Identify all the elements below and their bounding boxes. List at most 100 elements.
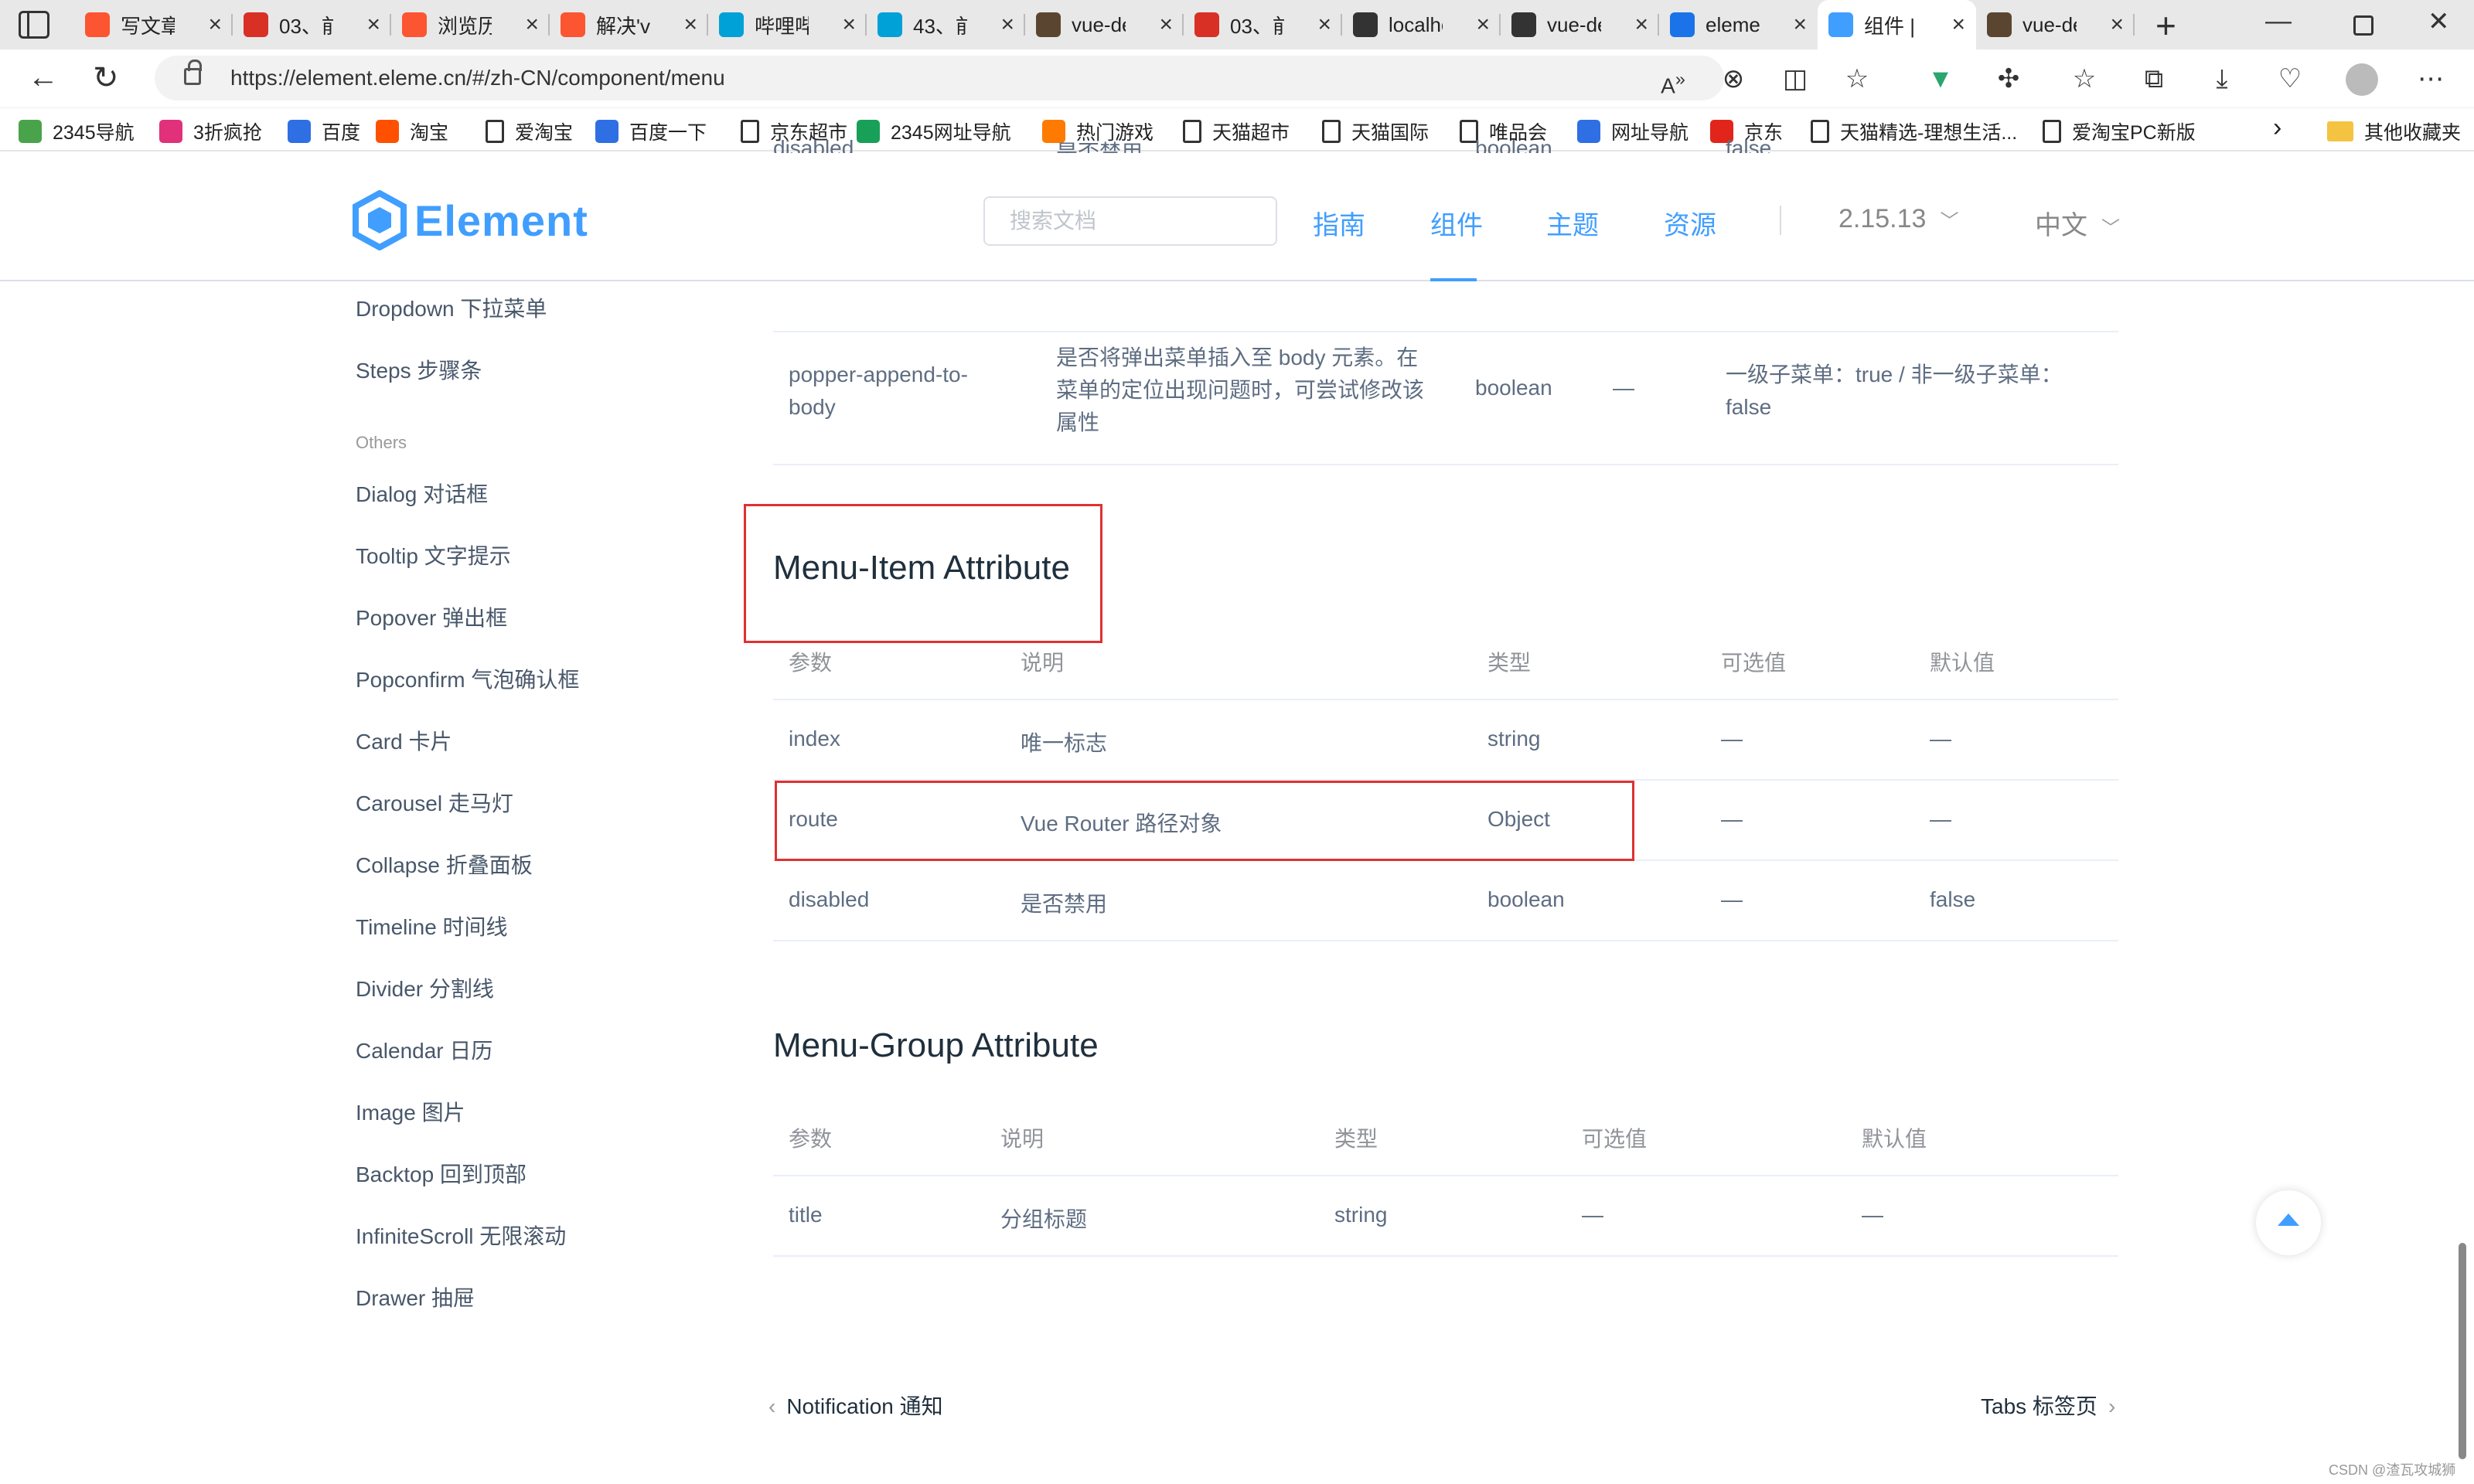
close-tab-icon[interactable]: ×: [1159, 12, 1173, 38]
browser-tab[interactable]: 哔哩哔 ×: [708, 0, 867, 49]
more-menu-icon[interactable]: ⋯: [2415, 63, 2446, 94]
back-icon[interactable]: ←: [28, 60, 59, 95]
bookmark-item[interactable]: 3折疯抢: [159, 117, 262, 145]
sidebar-item[interactable]: Collapse 折叠面板: [356, 849, 533, 880]
read-aloud-icon[interactable]: A»: [1658, 63, 1689, 97]
element-logo[interactable]: Element: [353, 190, 588, 250]
tracking-prevention-icon[interactable]: ⊗: [1718, 63, 1749, 94]
lock-icon[interactable]: [184, 60, 202, 85]
bookmark-other-folder[interactable]: 其他收藏夹: [2327, 117, 2461, 145]
sidebar-item[interactable]: Calendar 日历: [356, 1034, 492, 1065]
browser-tab[interactable]: 03、前 ×: [233, 0, 391, 49]
bookmark-item[interactable]: 爱淘宝PC新版: [2043, 117, 2196, 145]
sidebar-item[interactable]: Card 卡片: [356, 725, 452, 756]
extensions-icon[interactable]: ✣: [1993, 63, 2024, 94]
column-header: 参数: [789, 651, 833, 675]
browser-tab[interactable]: localho ×: [1342, 0, 1501, 49]
language-select[interactable]: 中文 ﹀: [2035, 204, 2120, 242]
favorite-star-icon[interactable]: ☆: [1842, 63, 1873, 94]
csdn-icon: [561, 12, 585, 37]
tab-actions-icon[interactable]: [19, 11, 49, 39]
bookmark-item[interactable]: 天猫国际: [1322, 117, 1429, 145]
close-tab-icon[interactable]: ×: [1793, 12, 1807, 38]
column-header: 参数: [789, 1127, 833, 1151]
close-tab-icon[interactable]: ×: [1317, 12, 1331, 38]
bookmark-item[interactable]: 天猫超市: [1183, 117, 1290, 145]
close-tab-icon[interactable]: ×: [208, 12, 222, 38]
sidebar-item[interactable]: InfiniteScroll 无限滚动: [356, 1220, 566, 1251]
close-tab-icon[interactable]: ×: [1634, 12, 1648, 38]
bookmark-item[interactable]: 淘宝: [376, 117, 448, 145]
close-tab-icon[interactable]: ×: [1000, 12, 1014, 38]
browser-tab[interactable]: 03、前 ×: [1184, 0, 1342, 49]
sidebar-item[interactable]: Steps 步骤条: [356, 354, 482, 385]
close-tab-icon[interactable]: ×: [366, 12, 380, 38]
bookmarks-overflow-chevron-icon[interactable]: ›: [2273, 113, 2281, 143]
bookmark-item[interactable]: 网址导航: [1577, 117, 1689, 145]
site-favicon-icon: [857, 120, 880, 143]
nav-theme[interactable]: 主题: [1546, 204, 1599, 242]
sidebar-item[interactable]: Image 图片: [356, 1096, 465, 1127]
sidebar-item[interactable]: Tooltip 文字提示: [356, 539, 511, 570]
browser-tab[interactable]: 写文章 ×: [74, 0, 233, 49]
page-scrollbar[interactable]: [2459, 1243, 2466, 1459]
collections-icon[interactable]: ⧉: [2138, 63, 2169, 94]
bookmark-item[interactable]: 百度: [288, 117, 360, 145]
sidebar-item[interactable]: Drawer 抽屉: [356, 1281, 475, 1312]
browser-tab[interactable]: vue-de ×: [1501, 0, 1659, 49]
version-select[interactable]: 2.15.13 ﹀: [1838, 204, 1958, 234]
sidebar-item[interactable]: Carousel 走马灯: [356, 787, 513, 818]
close-tab-icon[interactable]: ×: [842, 12, 856, 38]
sidebar-item[interactable]: Divider 分割线: [356, 972, 494, 1003]
browser-tab[interactable]: 解决'vu ×: [550, 0, 708, 49]
download-icon[interactable]: ⤓: [2206, 63, 2237, 94]
sidebar-item[interactable]: Dialog 对话框: [356, 478, 488, 509]
url-field[interactable]: https://element.eleme.cn/#/zh-CN/compone…: [155, 56, 1724, 100]
browser-tab[interactable]: 浏览历 ×: [391, 0, 550, 49]
doc-search-input[interactable]: 搜索文档: [983, 196, 1277, 246]
minimize-icon[interactable]: —: [2265, 6, 2292, 36]
browser-tab[interactable]: elemen ×: [1659, 0, 1818, 49]
tab-title: 浏览历: [438, 14, 492, 38]
bookmark-item[interactable]: 2345导航: [19, 117, 135, 145]
browser-tab[interactable]: 组件 | E ×: [1818, 0, 1976, 49]
restore-icon[interactable]: [2353, 15, 2373, 36]
sidebar-item[interactable]: Dropdown 下拉菜单: [356, 292, 547, 323]
bookmark-item[interactable]: 2345网址导航: [857, 117, 1011, 145]
browser-tab[interactable]: 43、前 ×: [867, 0, 1025, 49]
nav-resource[interactable]: 资源: [1664, 204, 1716, 242]
sidebar-item[interactable]: Popover 弹出框: [356, 601, 507, 632]
vue-devtools-icon[interactable]: ▼: [1925, 63, 1956, 94]
prev-page-link[interactable]: ‹ Notification 通知: [768, 1390, 943, 1421]
bookmark-item[interactable]: 天猫精选-理想生活...: [1811, 117, 2017, 145]
param-text: popper-append-to-: [789, 362, 968, 386]
browser-tab[interactable]: vue-de ×: [1976, 0, 2135, 49]
back-to-top-button[interactable]: [2256, 1190, 2321, 1255]
profile-avatar[interactable]: [2346, 63, 2378, 96]
favorites-icon[interactable]: ☆: [2069, 63, 2100, 94]
nav-guide[interactable]: 指南: [1313, 204, 1365, 242]
browser-tab[interactable]: vue-de ×: [1025, 0, 1184, 49]
next-page-link[interactable]: Tabs 标签页 ›: [1981, 1390, 2115, 1421]
bookmark-item[interactable]: 百度一下: [595, 117, 707, 145]
close-window-icon[interactable]: ✕: [2428, 6, 2450, 37]
sidebar-item[interactable]: Timeline 时间线: [356, 910, 508, 941]
avatar-icon: [1987, 12, 2012, 37]
bookmark-item[interactable]: 爱淘宝: [486, 117, 573, 145]
refresh-icon[interactable]: ↻: [93, 60, 119, 96]
close-tab-icon[interactable]: ×: [1476, 12, 1490, 38]
sidebar-item[interactable]: Backtop 回到顶部: [356, 1158, 526, 1189]
close-tab-icon[interactable]: ×: [1951, 12, 1965, 38]
sidebar-item[interactable]: Popconfirm 气泡确认框: [356, 663, 579, 694]
close-tab-icon[interactable]: ×: [2110, 12, 2124, 38]
nav-component[interactable]: 组件: [1430, 204, 1483, 242]
close-tab-icon[interactable]: ×: [683, 12, 697, 38]
close-tab-icon[interactable]: ×: [525, 12, 539, 38]
folder-icon: [2327, 121, 2353, 141]
new-tab-button[interactable]: +: [2155, 5, 2176, 46]
split-screen-icon[interactable]: ◫: [1780, 63, 1811, 94]
param-text: body: [789, 395, 836, 419]
tab-title: 写文章: [121, 14, 175, 38]
performance-icon[interactable]: ♡: [2275, 63, 2305, 94]
page-icon: [741, 120, 759, 143]
